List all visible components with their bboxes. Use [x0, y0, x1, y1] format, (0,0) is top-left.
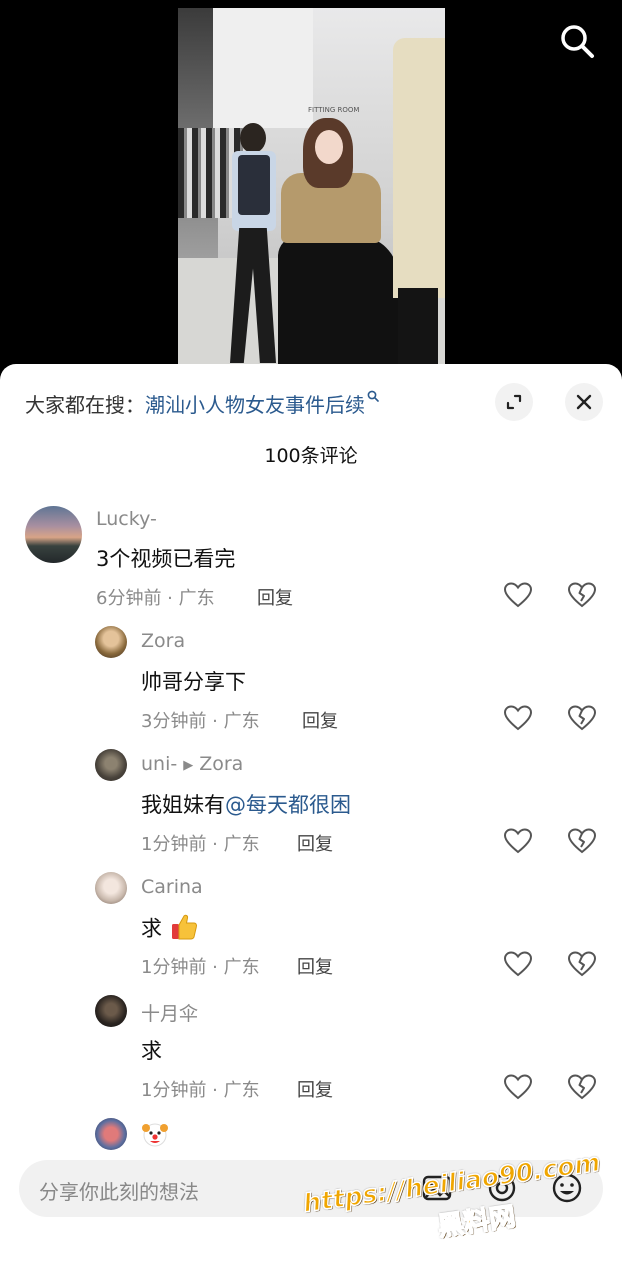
avatar[interactable] — [95, 995, 127, 1027]
reply-target-username[interactable]: Zora — [199, 753, 243, 775]
small-search-icon — [367, 390, 379, 405]
mention-link[interactable]: @每天都很困 — [225, 793, 351, 817]
comment-text: 求 — [141, 916, 162, 941]
comment-input-placeholder: 分享你此刻的想法 — [39, 1180, 199, 1204]
comment-username[interactable]: Carina — [141, 876, 203, 898]
reply-button[interactable]: 回复 — [297, 830, 333, 856]
comment-username[interactable]: Lucky- — [96, 508, 157, 530]
avatar[interactable] — [95, 872, 127, 904]
search-icon[interactable] — [558, 22, 596, 60]
reply-button[interactable]: 回复 — [297, 953, 333, 979]
avatar[interactable] — [25, 506, 82, 563]
woman-figure — [273, 118, 403, 368]
video-player[interactable]: FITTING ROOM — [0, 0, 622, 380]
comment-meta: 1分钟前 · 广东 — [141, 1080, 260, 1101]
trending-prefix: 大家都在搜： — [25, 392, 145, 417]
avatar[interactable] — [95, 626, 127, 658]
avatar[interactable] — [95, 749, 127, 781]
comment-sheet — [0, 364, 622, 1280]
trending-search[interactable]: 大家都在搜： 潮汕小人物女友事件后续 — [25, 389, 379, 418]
like-heart-icon[interactable] — [503, 1072, 533, 1102]
like-heart-icon[interactable] — [503, 949, 533, 979]
comment-text: 帅哥分享下 — [141, 670, 246, 694]
comment-text: 我姐妹有 — [141, 793, 225, 817]
reply-arrow-icon: ▶ — [183, 758, 194, 773]
clown-emoji-icon — [141, 1120, 169, 1152]
avatar[interactable] — [95, 1118, 127, 1150]
like-heart-icon[interactable] — [503, 580, 533, 610]
comment-text-row: 我姐妹有@每天都很困 — [141, 789, 351, 819]
comment-text: 3个视频已看完 — [96, 547, 236, 571]
close-icon — [576, 394, 592, 410]
comment-meta: 3分钟前 · 广东 — [141, 711, 260, 732]
dislike-broken-heart-icon[interactable] — [567, 826, 597, 856]
dislike-broken-heart-icon[interactable] — [567, 580, 597, 610]
thumbs-up-emoji-icon — [169, 912, 199, 947]
comment-meta: 6分钟前 · 广东 — [96, 588, 215, 609]
like-heart-icon[interactable] — [503, 703, 533, 733]
comment-count: 100条评论 — [264, 445, 358, 467]
expand-button[interactable] — [495, 383, 533, 421]
dislike-broken-heart-icon[interactable] — [567, 1072, 597, 1102]
trending-topic-link[interactable]: 潮汕小人物女友事件后续 — [145, 389, 365, 418]
reply-button[interactable]: 回复 — [297, 1076, 333, 1102]
comment-username[interactable]: uni- — [141, 753, 177, 775]
reply-button[interactable]: 回复 — [257, 584, 293, 610]
dislike-broken-heart-icon[interactable] — [567, 949, 597, 979]
comment-username[interactable]: Zora — [141, 630, 185, 652]
comment-meta: 1分钟前 · 广东 — [141, 834, 260, 855]
comment-username-row: uni- ▶ Zora — [141, 753, 243, 775]
mannequin — [393, 18, 445, 368]
store-pillar — [213, 8, 313, 128]
video-frame[interactable]: FITTING ROOM — [178, 8, 445, 368]
fitting-room-sign: FITTING ROOM — [308, 106, 360, 114]
watermark-name: 黑料网 — [435, 1201, 518, 1243]
comment-username[interactable]: 十月伞 — [141, 999, 198, 1026]
dislike-broken-heart-icon[interactable] — [567, 703, 597, 733]
expand-icon — [506, 394, 522, 410]
like-heart-icon[interactable] — [503, 826, 533, 856]
reply-button[interactable]: 回复 — [302, 707, 338, 733]
close-button[interactable] — [565, 383, 603, 421]
comment-text-row: 求 — [141, 912, 199, 947]
comment-text: 求 — [141, 1039, 162, 1063]
comment-meta: 1分钟前 · 广东 — [141, 957, 260, 978]
